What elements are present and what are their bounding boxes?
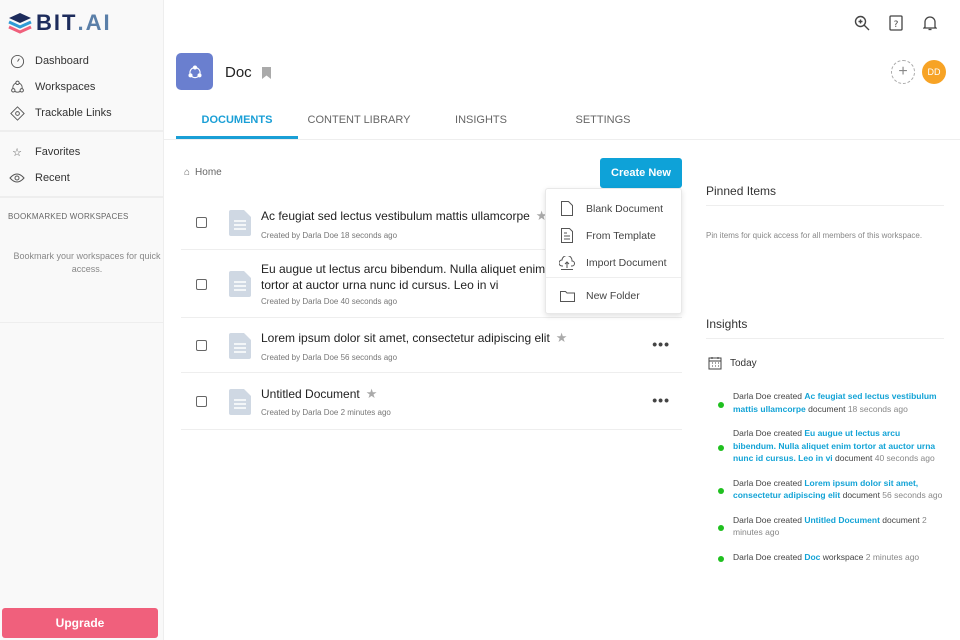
bit-logo-icon: [8, 13, 32, 34]
status-dot: [718, 525, 724, 531]
sidebar-item-favorites[interactable]: ☆ Favorites: [0, 139, 164, 165]
today-label: Today: [730, 357, 757, 369]
table-row[interactable]: Untitled Document ★ Created by Darla Doe …: [181, 373, 682, 430]
bell-icon[interactable]: [920, 13, 940, 33]
status-dot: [718, 488, 724, 494]
row-checkbox[interactable]: [196, 396, 207, 407]
help-icon[interactable]: ?: [886, 13, 906, 33]
bookmarked-empty-text: Bookmark your workspaces for quick acces…: [13, 251, 161, 274]
document-icon: [229, 210, 251, 236]
menu-item-new-folder[interactable]: New Folder: [546, 282, 681, 309]
star-icon[interactable]: ★: [366, 386, 378, 401]
workspaces-icon: [8, 78, 26, 96]
tab-documents[interactable]: DOCUMENTS: [176, 108, 298, 139]
home-icon: ⌂: [184, 167, 191, 178]
tab-content-library[interactable]: CONTENT LIBRARY: [298, 108, 420, 139]
dashboard-icon: [8, 52, 26, 70]
row-checkbox[interactable]: [196, 217, 207, 228]
breadcrumb[interactable]: ⌂ Home: [184, 167, 222, 178]
activity-item: Darla Doe created Ac feugiat sed lectus …: [718, 390, 944, 415]
calendar-icon: [708, 357, 722, 370]
search-icon[interactable]: [852, 13, 872, 33]
folder-icon: [559, 290, 575, 302]
tab-settings[interactable]: SETTINGS: [542, 108, 664, 139]
divider: [164, 139, 960, 140]
document-icon: [229, 271, 251, 297]
bookmarked-workspaces-heading: BOOKMARKED WORKSPACES: [8, 212, 129, 221]
workspace-icon: [176, 53, 213, 90]
logo[interactable]: BIT.AI: [8, 10, 112, 36]
status-dot: [718, 401, 724, 408]
add-member-button[interactable]: +: [891, 60, 915, 84]
menu-item-import-document[interactable]: Import Document: [546, 249, 681, 276]
document-meta: Created by Darla Doe 2 minutes ago: [261, 408, 391, 417]
cloud-upload-icon: [559, 255, 575, 270]
sidebar-item-recent[interactable]: Recent: [0, 165, 164, 191]
activity-link[interactable]: Doc: [804, 552, 820, 562]
document-meta: Created by Darla Doe 40 seconds ago: [261, 297, 398, 306]
bookmark-icon[interactable]: [262, 66, 271, 84]
link-icon: [8, 104, 26, 122]
sidebar: BIT.AI Dashboard Workspaces Trackable Li…: [0, 0, 164, 640]
activity-feed: Darla Doe created Ac feugiat sed lectus …: [718, 390, 944, 575]
document-meta: Created by Darla Doe 18 seconds ago: [261, 231, 398, 240]
sidebar-item-dashboard[interactable]: Dashboard: [0, 48, 164, 74]
activity-item: Darla Doe created Untitled Document docu…: [718, 514, 944, 539]
tab-insights[interactable]: INSIGHTS: [420, 108, 542, 139]
divider: [0, 130, 164, 132]
document-title[interactable]: Ac feugiat sed lectus vestibulum mattis …: [261, 209, 530, 223]
pinned-empty-text: Pin items for quick access for all membe…: [706, 231, 923, 240]
status-dot: [718, 444, 724, 451]
eye-icon: [8, 169, 26, 187]
table-row[interactable]: Lorem ipsum dolor sit amet, consectetur …: [181, 318, 682, 373]
star-icon: ☆: [12, 146, 22, 159]
insights-heading: Insights: [706, 317, 944, 339]
pinned-items-heading: Pinned Items: [706, 184, 944, 206]
activity-item: Darla Doe created Doc workspace 2 minute…: [718, 551, 944, 564]
create-new-button[interactable]: Create New: [600, 158, 682, 188]
document-icon: [229, 389, 251, 415]
upgrade-button[interactable]: Upgrade: [2, 608, 158, 638]
document-title[interactable]: Lorem ipsum dolor sit amet, consectetur …: [261, 331, 550, 345]
menu-item-from-template[interactable]: From Template: [546, 222, 681, 249]
create-new-menu: Blank Document From Template Import Docu…: [545, 188, 682, 314]
sidebar-item-trackable-links[interactable]: Trackable Links: [0, 100, 164, 126]
document-icon: [229, 333, 251, 359]
template-icon: [559, 228, 575, 243]
document-title[interactable]: Eu augue ut lectus arcu bibendum. Nulla …: [261, 261, 551, 293]
document-meta: Created by Darla Doe 56 seconds ago: [261, 353, 398, 362]
row-checkbox[interactable]: [196, 279, 207, 290]
file-icon: [559, 201, 575, 216]
status-dot: [718, 555, 724, 562]
star-icon[interactable]: ★: [556, 330, 568, 345]
divider: [0, 196, 164, 198]
activity-item: Darla Doe created Lorem ipsum dolor sit …: [718, 477, 944, 502]
sidebar-item-workspaces[interactable]: Workspaces: [0, 74, 164, 100]
activity-link[interactable]: Untitled Document: [804, 515, 880, 525]
document-title[interactable]: Untitled Document: [261, 387, 360, 401]
more-options-button[interactable]: •••: [652, 392, 670, 408]
workspace-name: Doc: [225, 64, 252, 81]
more-options-button[interactable]: •••: [652, 336, 670, 352]
row-checkbox[interactable]: [196, 340, 207, 351]
svg-text:?: ?: [894, 20, 899, 30]
activity-item: Darla Doe created Eu augue ut lectus arc…: [718, 427, 944, 465]
avatar[interactable]: DD: [922, 60, 946, 84]
divider: [0, 322, 164, 323]
menu-item-blank-document[interactable]: Blank Document: [546, 195, 681, 222]
